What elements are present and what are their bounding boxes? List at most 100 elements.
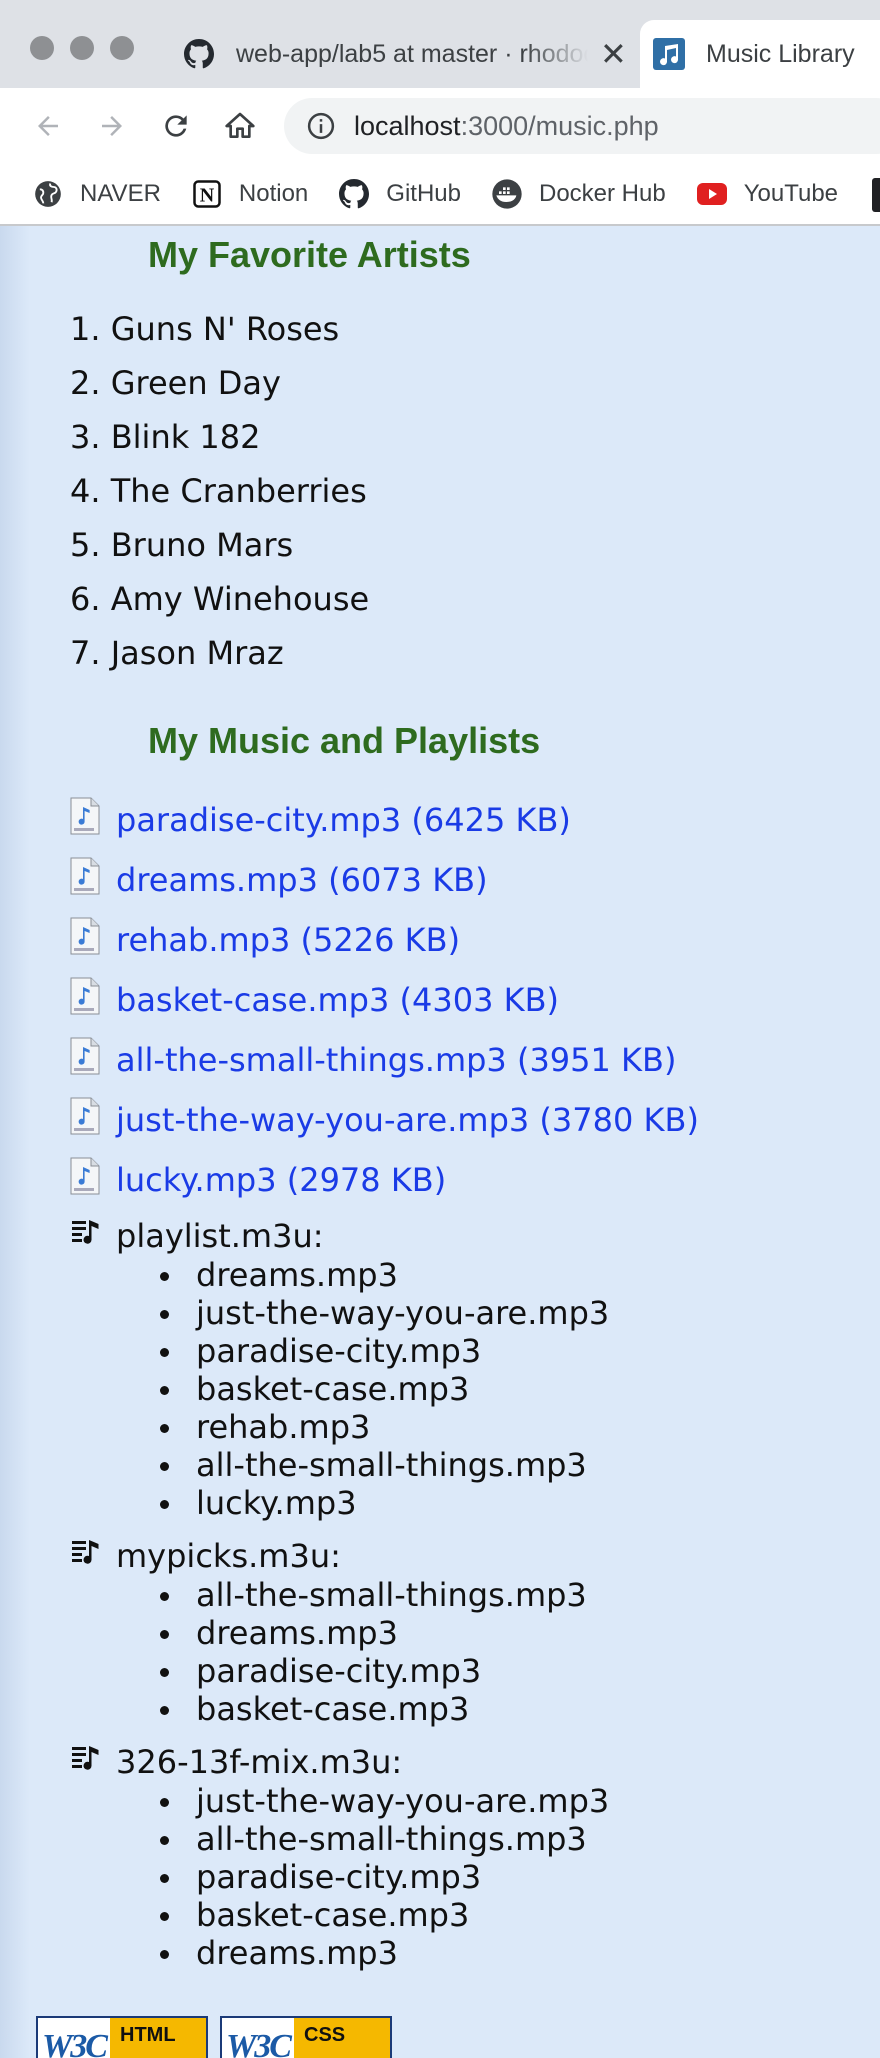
w3c-html-badge[interactable]: W3C HTML [36, 2016, 208, 2058]
tab-github[interactable]: web-app/lab5 at master · rhodoc ✕ [170, 20, 630, 88]
song-link[interactable]: basket-case.mp3 (4303 KB) [116, 981, 559, 1019]
artist-number: 2. [70, 364, 101, 402]
song-item: lucky.mp3 (2978 KB) [70, 1150, 699, 1210]
page-content: My Favorite Artists 1. Guns N' Roses 2. … [0, 226, 880, 2058]
github-icon [182, 37, 216, 71]
forward-button[interactable] [92, 106, 132, 146]
artist-number: 1. [70, 310, 101, 348]
song-link[interactable]: all-the-small-things.mp3 (3951 KB) [116, 1041, 676, 1079]
github-icon [338, 178, 370, 210]
playlist-song: all-the-small-things.mp3 [160, 1446, 609, 1484]
playlist-name: playlist.m3u: [116, 1217, 324, 1255]
playlist-header: mypicks.m3u: [70, 1536, 587, 1576]
bookmark-label: Notion [238, 180, 309, 207]
song-item: just-the-way-you-are.mp3 (3780 KB) [70, 1090, 699, 1150]
playlist-song: just-the-way-you-are.mp3 [160, 1294, 609, 1332]
bookmark-label: YouTube [743, 180, 839, 207]
playlist-name: mypicks.m3u: [116, 1537, 341, 1575]
artist-item: 2. Green Day [70, 356, 369, 410]
artist-name: Guns N' Roses [110, 310, 340, 348]
artist-item: 7. Jason Mraz [70, 626, 369, 680]
playlist-songs: just-the-way-you-are.mp3 all-the-small-t… [160, 1782, 609, 1972]
playlist-icon [72, 1220, 99, 1244]
maximize-window-button[interactable] [110, 36, 134, 60]
mp3-file-icon [70, 917, 100, 955]
address-bar[interactable]: localhost:3000/music.php [284, 98, 880, 154]
artist-name: The Cranberries [110, 472, 367, 510]
tab-music-library[interactable]: Music Library [640, 20, 880, 88]
song-item: rehab.mp3 (5226 KB) [70, 910, 699, 970]
close-tab-icon[interactable]: ✕ [600, 38, 627, 70]
artist-item: 4. The Cranberries [70, 464, 369, 518]
info-icon[interactable] [306, 111, 336, 141]
favorite-artists-list: 1. Guns N' Roses 2. Green Day 3. Blink 1… [70, 302, 369, 680]
bookmark-label: NAVER [80, 180, 161, 207]
playlist-song: basket-case.mp3 [160, 1370, 609, 1408]
playlist-block: playlist.m3u: dreams.mp3 just-the-way-yo… [70, 1216, 609, 1522]
back-button[interactable] [28, 106, 68, 146]
forward-arrow-icon [102, 116, 122, 136]
home-button[interactable] [220, 106, 260, 146]
artist-number: 7. [70, 634, 101, 672]
home-icon [225, 112, 255, 138]
reload-button[interactable] [156, 106, 196, 146]
song-link[interactable]: rehab.mp3 (5226 KB) [116, 921, 460, 959]
bookmark-label: GitHub [386, 180, 461, 207]
playlist-song: basket-case.mp3 [160, 1690, 587, 1728]
playlist-song: paradise-city.mp3 [160, 1332, 609, 1370]
mp3-file-icon [70, 797, 100, 835]
playlist-song: paradise-city.mp3 [160, 1858, 609, 1896]
bookmarks-bar: NAVER N Notion GitHub Docker Hub YouTube [0, 164, 880, 226]
artist-number: 3. [70, 418, 101, 456]
playlist-song: basket-case.mp3 [160, 1896, 609, 1934]
playlist-song: just-the-way-you-are.mp3 [160, 1782, 609, 1820]
song-link[interactable]: lucky.mp3 (2978 KB) [116, 1161, 446, 1199]
bookmark-docker-hub[interactable]: Docker Hub [491, 178, 666, 210]
url-host: localhost [354, 110, 461, 141]
tab-title: Music Library [706, 39, 855, 68]
playlist-name: 326-13f-mix.m3u: [116, 1743, 403, 1781]
w3c-css-badge[interactable]: W3C CSS [220, 2016, 392, 2058]
music-playlists-heading: My Music and Playlists [148, 720, 541, 761]
playlist-icon [72, 1540, 99, 1564]
close-window-button[interactable] [30, 36, 54, 60]
song-link[interactable]: paradise-city.mp3 (6425 KB) [116, 801, 571, 839]
bookmark-label: Docker Hub [538, 180, 666, 207]
artist-number: 6. [70, 580, 101, 618]
playlist-songs: all-the-small-things.mp3 dreams.mp3 para… [160, 1576, 587, 1728]
bookmark-github[interactable]: GitHub [338, 178, 461, 210]
bookmark-naver[interactable]: NAVER [32, 178, 161, 210]
bookmarks-overflow[interactable] [872, 178, 880, 212]
artist-name: Jason Mraz [110, 634, 284, 672]
mp3-file-icon [70, 977, 100, 1015]
validator-badges: W3C HTML W3C CSS [36, 2016, 392, 2058]
song-link[interactable]: dreams.mp3 (6073 KB) [116, 861, 488, 899]
playlist-header: 326-13f-mix.m3u: [70, 1742, 609, 1782]
url-path: :3000/music.php [460, 110, 659, 141]
mp3-file-icon [70, 1157, 100, 1195]
music-note-icon [652, 37, 686, 71]
song-link[interactable]: just-the-way-you-are.mp3 (3780 KB) [116, 1101, 699, 1139]
playlist-song: all-the-small-things.mp3 [160, 1576, 587, 1614]
playlist-block: mypicks.m3u: all-the-small-things.mp3 dr… [70, 1536, 587, 1728]
reload-icon [165, 115, 187, 137]
mp3-file-icon [70, 1097, 100, 1135]
tab-title: web-app/lab5 at master · rhodoc [236, 39, 588, 68]
artist-item: 6. Amy Winehouse [70, 572, 369, 626]
artist-item: 3. Blink 182 [70, 410, 369, 464]
bookmark-youtube[interactable]: YouTube [696, 178, 838, 210]
back-arrow-icon [38, 116, 58, 136]
tab-strip: web-app/lab5 at master · rhodoc ✕ Music … [0, 0, 880, 88]
artist-name: Bruno Mars [110, 526, 294, 564]
w3c-logo: W3C [42, 2028, 108, 2058]
playlist-header: playlist.m3u: [70, 1216, 609, 1256]
playlist-song: all-the-small-things.mp3 [160, 1820, 609, 1858]
minimize-window-button[interactable] [70, 36, 94, 60]
bookmark-notion[interactable]: N Notion [191, 178, 308, 210]
mp3-file-icon [70, 1037, 100, 1075]
artist-name: Amy Winehouse [110, 580, 370, 618]
artist-name: Green Day [110, 364, 281, 402]
artist-item: 1. Guns N' Roses [70, 302, 369, 356]
artist-number: 4. [70, 472, 101, 510]
favorite-artists-heading: My Favorite Artists [148, 234, 471, 275]
